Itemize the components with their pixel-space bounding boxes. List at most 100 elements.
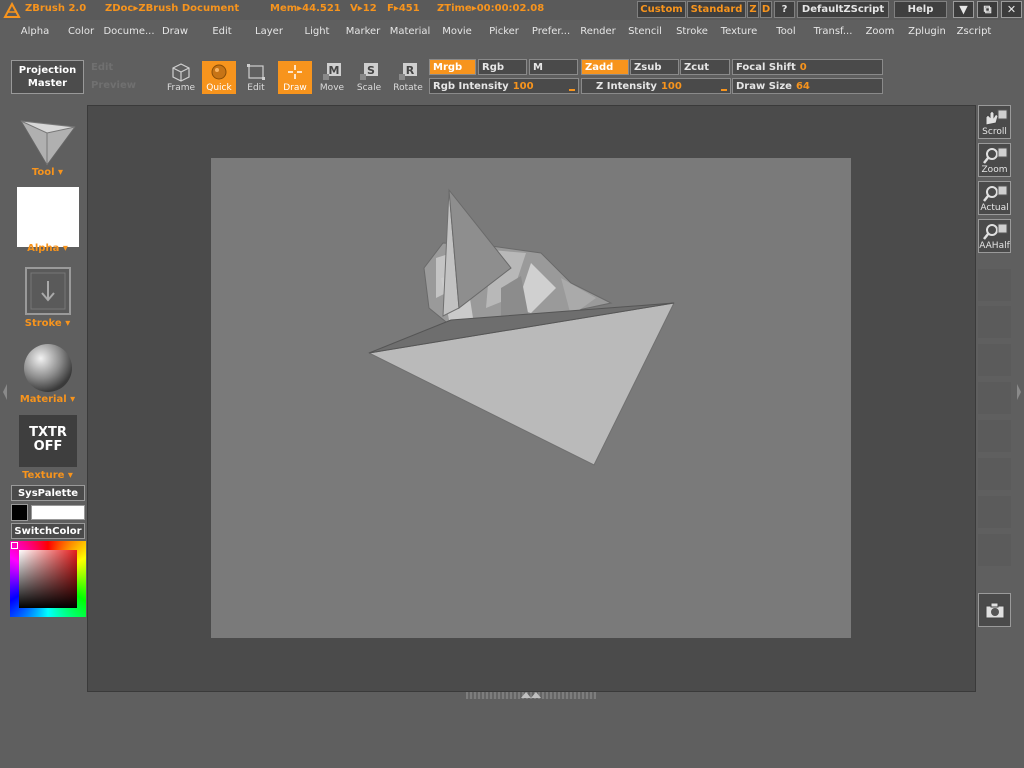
scale-button[interactable]: S Scale [352, 61, 386, 94]
stroke-thumbnail[interactable] [25, 267, 71, 315]
restore-button[interactable]: ⧉ [977, 1, 998, 18]
menu-draw[interactable]: Draw [162, 26, 188, 37]
default-zscript-button[interactable]: DefaultZScript [797, 1, 889, 18]
focal-shift-slider[interactable]: Focal Shift 0 [732, 59, 883, 75]
document-canvas[interactable] [211, 158, 851, 638]
rgb-button[interactable]: Rgb [478, 59, 527, 75]
alpha-thumbnail[interactable] [17, 187, 79, 247]
aahalf-button[interactable]: AAHalf [978, 219, 1011, 253]
material-sphere-thumbnail[interactable] [22, 342, 74, 394]
menu-color[interactable]: Color [68, 26, 94, 37]
face-count: F▸451 [387, 3, 420, 14]
saturation-value-square[interactable] [19, 550, 77, 608]
menu-document[interactable]: Docume... [103, 26, 154, 37]
svg-text:S: S [367, 64, 375, 77]
tool-thumbnail[interactable] [17, 113, 79, 169]
stroke-arrow-icon [30, 272, 66, 310]
move-button[interactable]: M Move [315, 61, 349, 94]
zsub-button[interactable]: Zsub [630, 59, 679, 75]
zoom-button[interactable]: Zoom [978, 143, 1011, 177]
color-picker-cursor[interactable] [11, 542, 18, 549]
help-button[interactable]: Help [894, 1, 947, 18]
z-intensity-slider[interactable]: Z Intensity 100 [581, 78, 731, 94]
menu-marker[interactable]: Marker [346, 26, 381, 37]
z-intensity-value: 100 [660, 80, 682, 92]
disabled-tool-button [978, 306, 1011, 338]
edit-ghost-label: Edit [91, 62, 114, 73]
draw-size-slider[interactable]: Draw Size 64 [732, 78, 883, 94]
focal-shift-value: 0 [799, 61, 807, 73]
custom-button[interactable]: Custom [637, 1, 686, 18]
texture-thumbnail[interactable]: TXTR OFF [19, 415, 77, 467]
menu-layer[interactable]: Layer [255, 26, 283, 37]
disabled-tool-button [978, 420, 1011, 452]
mrgb-button[interactable]: Mrgb [429, 59, 476, 75]
minimize-button[interactable]: ▼ [953, 1, 974, 18]
menu-alpha[interactable]: Alpha [21, 26, 49, 37]
menu-render[interactable]: Render [580, 26, 616, 37]
menu-stencil[interactable]: Stencil [628, 26, 662, 37]
vertex-count: V▸12 [350, 3, 377, 14]
menu-transform[interactable]: Transf... [814, 26, 853, 37]
camera-icon [985, 602, 1004, 619]
rgb-intensity-slider[interactable]: Rgb Intensity 100 [429, 78, 579, 94]
menu-tool[interactable]: Tool [776, 26, 795, 37]
quick-button[interactable]: Quick [202, 61, 236, 94]
disabled-tool-button [978, 534, 1011, 566]
3d-model-render [367, 188, 675, 466]
standard-button[interactable]: Standard [687, 1, 746, 18]
projection-master-button[interactable]: Projection Master [11, 60, 84, 94]
texture-label[interactable]: Texture ▾ [0, 470, 95, 481]
draw-size-value: 64 [795, 80, 810, 92]
focal-shift-label: Focal Shift [736, 61, 796, 73]
tool-label[interactable]: Tool ▾ [0, 167, 95, 178]
draw-button[interactable]: Draw [278, 61, 312, 94]
zcut-button[interactable]: Zcut [680, 59, 730, 75]
alpha-label[interactable]: Alpha ▾ [0, 243, 95, 254]
help-question-button[interactable]: ? [774, 1, 795, 18]
edit-button[interactable]: Edit [239, 61, 273, 94]
menu-texture[interactable]: Texture [721, 26, 758, 37]
menu-picker[interactable]: Picker [489, 26, 519, 37]
actual-button[interactable]: Actual [978, 181, 1011, 215]
snapshot-button[interactable] [978, 593, 1011, 627]
right-tray-arrow-icon[interactable] [1016, 382, 1022, 402]
menu-zplugin[interactable]: Zplugin [908, 26, 946, 37]
frame-button[interactable]: Frame [164, 61, 198, 94]
menu-zscript[interactable]: Zscript [957, 26, 992, 37]
syspalette-button[interactable]: SysPalette [11, 485, 85, 501]
menu-preferences[interactable]: Prefer... [532, 26, 570, 37]
menu-edit[interactable]: Edit [212, 26, 231, 37]
scale-label: Scale [356, 83, 382, 93]
color-picker[interactable] [10, 541, 86, 617]
d-button[interactable]: D [760, 1, 772, 18]
left-tray-arrow-icon[interactable] [2, 382, 8, 402]
actual-label: Actual [980, 203, 1009, 213]
menu-material[interactable]: Material [390, 26, 431, 37]
z-button[interactable]: Z [747, 1, 759, 18]
menu-stroke[interactable]: Stroke [676, 26, 708, 37]
material-label[interactable]: Material ▾ [0, 394, 95, 405]
switchcolor-button[interactable]: SwitchColor [11, 523, 85, 539]
quick-sphere-icon [211, 64, 227, 80]
menu-movie[interactable]: Movie [442, 26, 472, 37]
memory-readout: Mem▸44.521 [270, 3, 341, 14]
disabled-tool-button [978, 382, 1011, 414]
stroke-label[interactable]: Stroke ▾ [0, 318, 95, 329]
close-button[interactable]: ✕ [1001, 1, 1022, 18]
slider-marker [569, 89, 575, 91]
secondary-color-swatch[interactable] [31, 505, 85, 520]
edit-frame-icon [247, 64, 265, 80]
menu-light[interactable]: Light [305, 26, 330, 37]
rotate-button[interactable]: R Rotate [391, 61, 425, 94]
disabled-tool-button [978, 496, 1011, 528]
disabled-tool-button [978, 458, 1011, 490]
crosshair-icon [288, 65, 302, 79]
rgb-intensity-value: 100 [512, 80, 534, 92]
primary-color-swatch[interactable] [11, 504, 28, 521]
m-button[interactable]: M [529, 59, 578, 75]
menu-zoom[interactable]: Zoom [866, 26, 895, 37]
zadd-button[interactable]: Zadd [581, 59, 629, 75]
scroll-button[interactable]: Scroll [978, 105, 1011, 139]
expand-arrows-icon[interactable] [519, 690, 543, 700]
